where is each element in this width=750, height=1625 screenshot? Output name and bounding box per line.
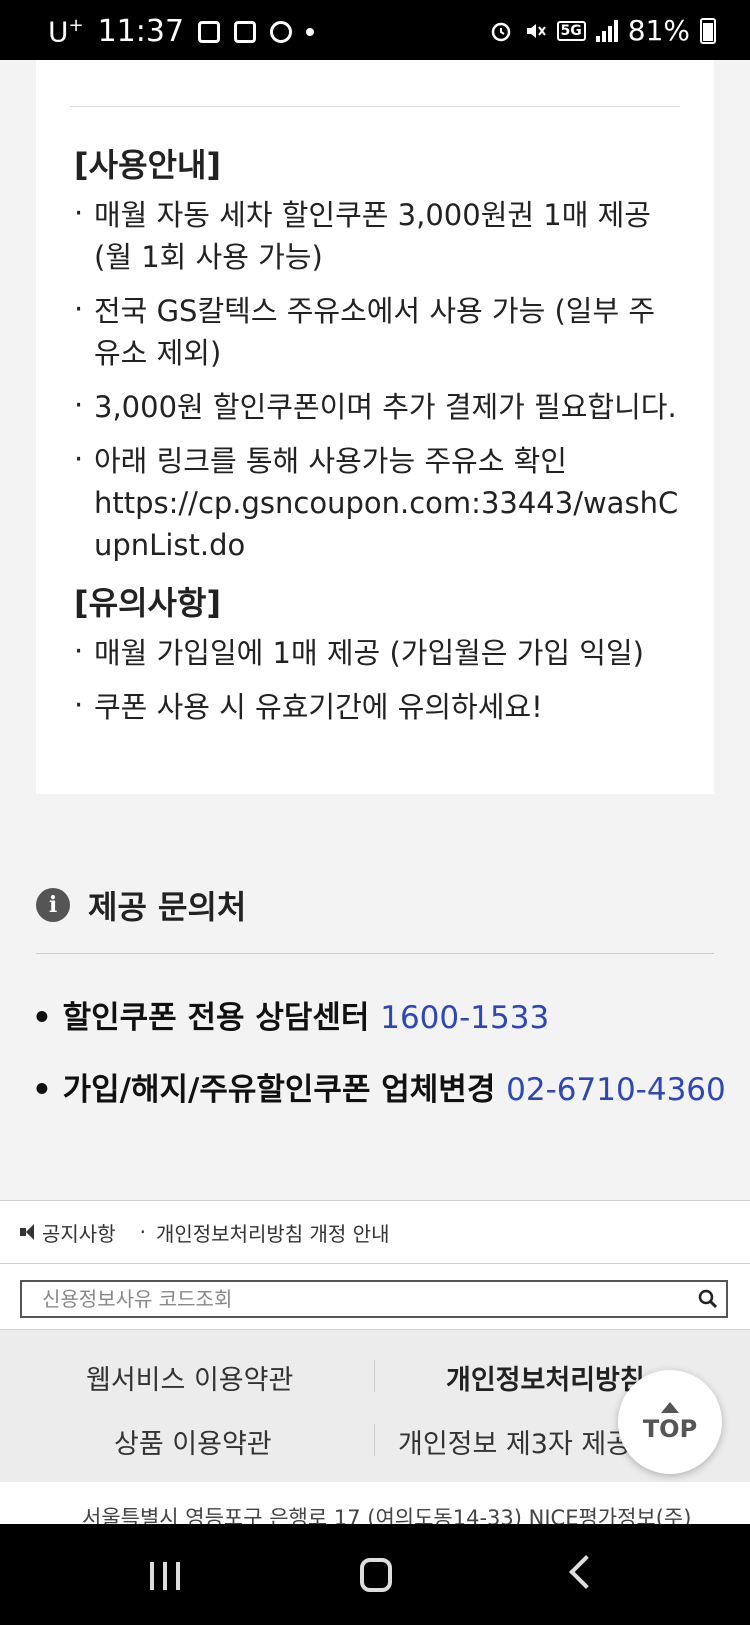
- app-notification-icon: [234, 20, 257, 43]
- recent-apps-icon[interactable]: [150, 1562, 180, 1590]
- contact-header: i 제공 문의처: [36, 882, 246, 928]
- mute-icon: [526, 23, 546, 38]
- company-address: 서울특별시 영등포구 은행로 17 (여의도동14-33) NICE평가정보(주…: [0, 1482, 750, 1524]
- contact-label: 가입/해지/주유할인쿠폰 업체변경: [62, 1072, 496, 1108]
- status-time: 11:37: [97, 14, 185, 49]
- info-bullet: 3,000원 할인쿠폰이며 추가 결제가 필요합니다.: [74, 384, 684, 428]
- bullet-line: 유소 제외): [94, 336, 222, 370]
- info-bullet: 쿠폰 사용 시 유효기간에 유의하세요!: [74, 684, 684, 728]
- carrier-label: U+: [48, 14, 84, 49]
- scroll-top-button[interactable]: TOP: [618, 1370, 722, 1474]
- arrow-up-icon: [661, 1401, 679, 1413]
- contact-label: 할인쿠폰 전용 상담센터: [62, 1000, 370, 1036]
- card-divider: [70, 106, 680, 107]
- status-bar: U+ 11:37 5G 81%: [0, 0, 750, 60]
- product-terms-link[interactable]: 상품 이용약관: [114, 1422, 272, 1461]
- battery-icon: [700, 17, 716, 44]
- home-icon[interactable]: [360, 1558, 392, 1592]
- bullet-line: 매월 자동 세차 할인쿠폰 3,000원권 1매 제공: [94, 198, 651, 232]
- bullet-line: https://cp.gsncoupon.com:33443/washC: [94, 486, 679, 520]
- search-input[interactable]: [22, 1282, 662, 1316]
- contact-title: 제공 문의처: [88, 888, 247, 926]
- info-icon: i: [36, 888, 70, 922]
- back-icon[interactable]: [569, 1555, 603, 1589]
- signal-icon: [595, 19, 618, 42]
- phone-link[interactable]: 1600-1533: [380, 1000, 549, 1036]
- contact-divider: [36, 953, 714, 954]
- bullet-line: 아래 링크를 통해 사용가능 주유소 확인: [94, 444, 567, 478]
- section-title: [사용안내]: [74, 146, 222, 184]
- speaker-icon: [20, 1224, 34, 1240]
- coupon-info-card: [사용안내] 매월 자동 세차 할인쿠폰 3,000원권 1매 제공 (월 1회 사…: [36, 60, 714, 794]
- notice-bar: 공지사항 · 개인정보처리방침 개정 안내: [0, 1200, 750, 1264]
- more-notifications-icon: [306, 27, 315, 36]
- network-type-badge: 5G: [556, 20, 586, 41]
- info-bullet: 매월 가입일에 1매 제공 (가입월은 가입 익일): [74, 630, 684, 674]
- section-title: [유의사항]: [74, 584, 222, 622]
- info-bullet: 아래 링크를 통해 사용가능 주유소 확인 https://cp.gsncoupo…: [74, 438, 684, 566]
- bullet-line: upnList.do: [94, 528, 246, 562]
- contact-row-vendor-change: • 가입/해지/주유할인쿠폰 업체변경 02-6710-4360: [32, 1072, 726, 1108]
- bullet-line: 쿠폰 사용 시 유효기간에 유의하세요!: [94, 690, 543, 724]
- web-terms-link[interactable]: 웹서비스 이용약관: [86, 1358, 293, 1397]
- info-bullet: 매월 자동 세차 할인쿠폰 3,000원권 1매 제공 (월 1회 사용 가능): [74, 192, 684, 278]
- top-label: TOP: [642, 1414, 698, 1443]
- app-notification-icon: [198, 20, 221, 43]
- link-divider: [374, 1360, 375, 1392]
- system-nav-bar: [0, 1524, 750, 1625]
- notice-label[interactable]: 공지사항: [42, 1218, 116, 1247]
- bullet-line: 매월 가입일에 1매 제공 (가입월은 가입 익일): [94, 636, 644, 670]
- search-box: [20, 1280, 728, 1318]
- phone-link[interactable]: 02-6710-4360: [506, 1072, 726, 1108]
- battery-percent: 81%: [627, 14, 690, 47]
- info-bullet: 전국 GS칼텍스 주유소에서 사용 가능 (일부 주유소 제외): [74, 288, 684, 374]
- privacy-policy-link[interactable]: 개인정보처리방침: [446, 1358, 645, 1397]
- alarm-icon: [491, 22, 510, 41]
- link-divider: [374, 1424, 375, 1456]
- contact-row-counsel-center: • 할인쿠폰 전용 상담센터 1600-1533: [32, 1000, 550, 1036]
- coffee-app-icon: [270, 20, 293, 43]
- card-body: [사용안내] 매월 자동 세차 할인쿠폰 3,000원권 1매 제공 (월 1회 사…: [74, 142, 684, 740]
- bullet-line: (월 1회 사용 가능): [94, 240, 323, 274]
- credit-code-search: [0, 1264, 750, 1330]
- search-icon[interactable]: [696, 1287, 720, 1311]
- notice-link[interactable]: 개인정보처리방침 개정 안내: [156, 1218, 390, 1247]
- bullet-line: 전국 GS칼텍스 주유소에서 사용 가능 (일부 주: [94, 294, 656, 328]
- bullet-line: 3,000원 할인쿠폰이며 추가 결제가 필요합니다.: [94, 390, 677, 424]
